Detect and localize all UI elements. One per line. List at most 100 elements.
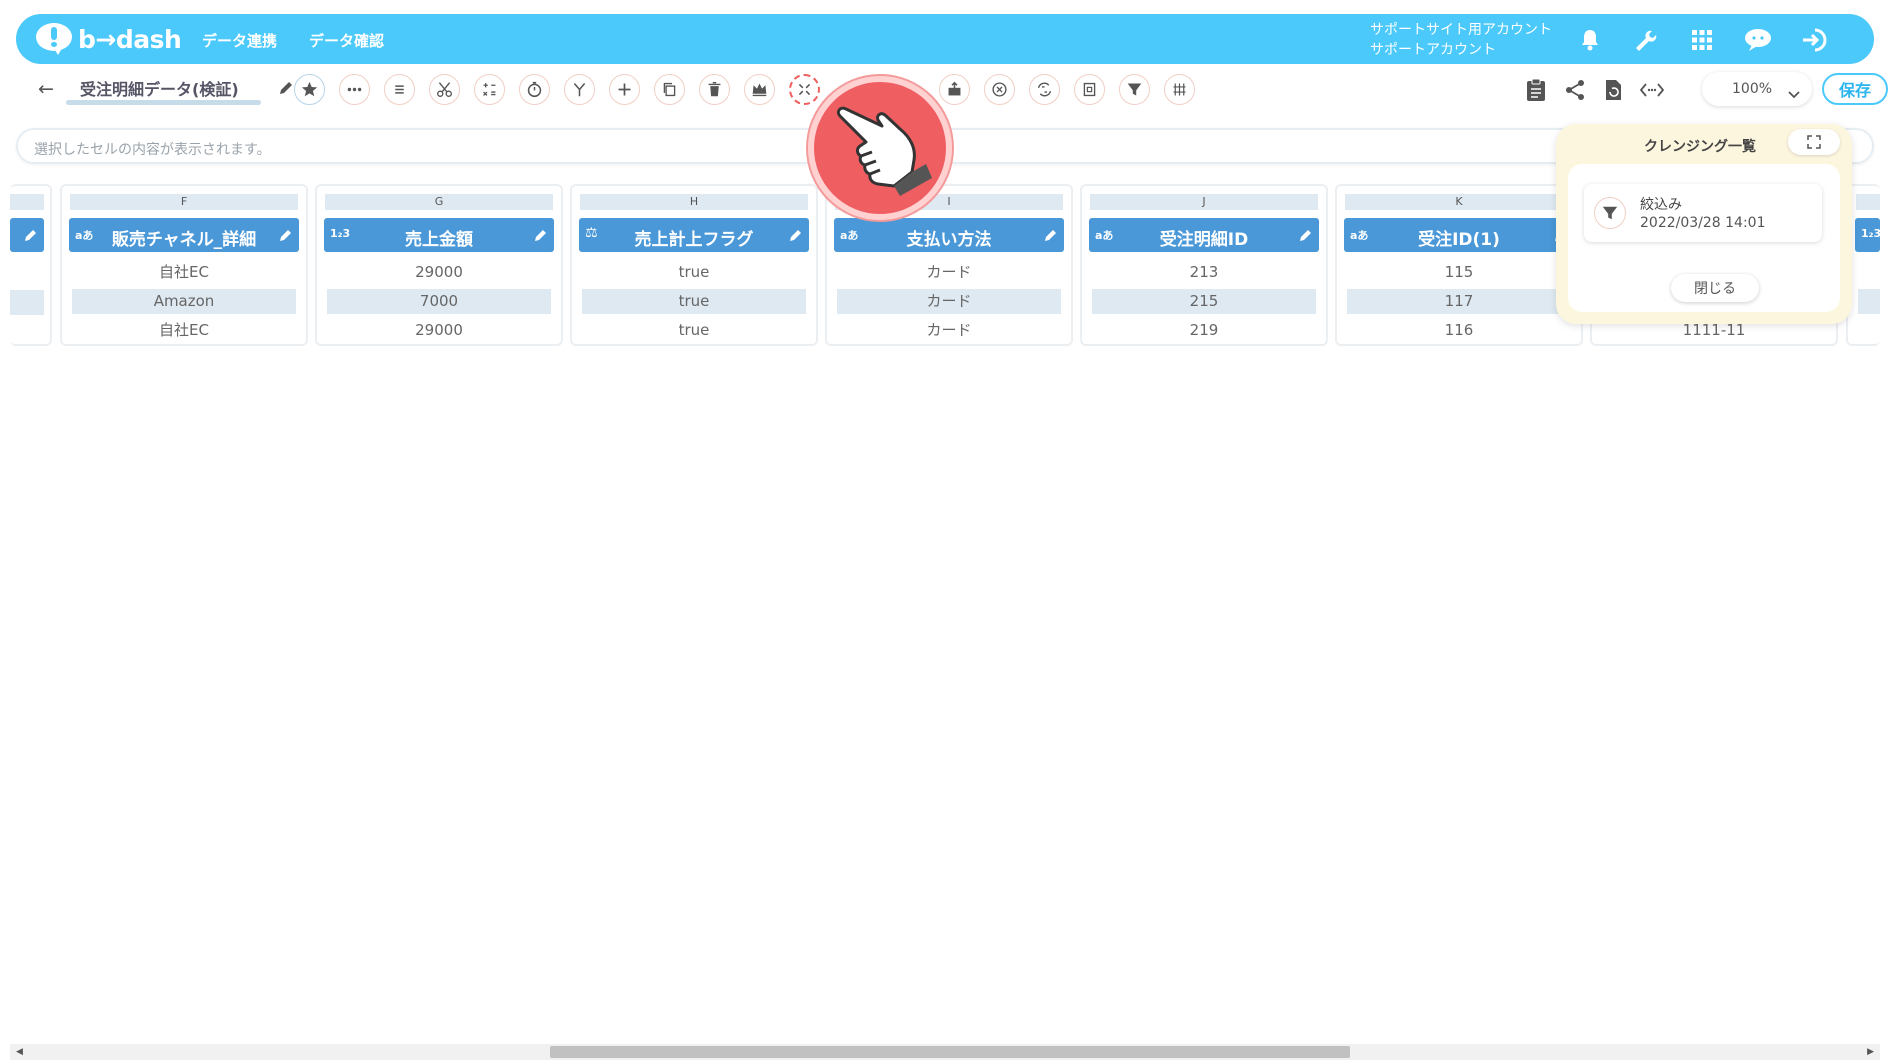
table-cell[interactable]: true xyxy=(582,289,806,314)
column-header[interactable]: ⚖ 売上計上フラグ xyxy=(579,218,809,252)
back-arrow-icon[interactable]: ← xyxy=(38,78,54,100)
column-letter xyxy=(1856,194,1880,210)
table-cell[interactable]: 29000 xyxy=(327,260,551,285)
edit-column-pencil-icon[interactable] xyxy=(789,227,803,246)
calc-icon[interactable] xyxy=(474,74,505,105)
cleansing-item-title: 絞込み xyxy=(1640,197,1682,213)
table-cell[interactable]: 219 xyxy=(1092,318,1316,343)
edit-title-pencil-icon[interactable] xyxy=(278,80,294,100)
history-icon[interactable] xyxy=(1599,76,1627,104)
table-cell[interactable]: 29000 xyxy=(327,318,551,343)
table-cell[interactable]: 自社EC xyxy=(72,260,296,285)
more-icon[interactable] xyxy=(339,74,370,105)
table-cell[interactable]: 213 xyxy=(1092,260,1316,285)
panel-title: クレンジング一覧 xyxy=(1644,139,1756,155)
column-letter xyxy=(10,194,44,210)
save-button[interactable]: 保存 xyxy=(1822,73,1888,105)
crown-icon[interactable] xyxy=(744,74,775,105)
star-icon[interactable] xyxy=(294,74,325,105)
table-cell[interactable]: カード xyxy=(837,289,1061,314)
cleansing-item[interactable]: 絞込み 2022/03/28 14:01 xyxy=(1584,184,1822,242)
table-cell[interactable]: カード xyxy=(837,260,1061,285)
column-k[interactable]: K aあ 受注ID(1) 115 117 116 xyxy=(1335,184,1583,346)
close-button[interactable]: 閉じる xyxy=(1671,274,1759,302)
edit-column-pencil-icon[interactable] xyxy=(1299,227,1313,246)
merge-icon[interactable] xyxy=(564,74,595,105)
column-header[interactable]: aあ 支払い方法 xyxy=(834,218,1064,252)
scrollbar-thumb[interactable] xyxy=(550,1046,1350,1058)
column-header[interactable]: aあ 受注明細ID xyxy=(1089,218,1319,252)
column-letter: F xyxy=(70,194,298,210)
scroll-right-icon[interactable]: ▶ xyxy=(1867,1047,1874,1057)
column-header[interactable] xyxy=(10,218,44,252)
cell-content-placeholder: 選択したセルの内容が表示されます。 xyxy=(34,142,271,158)
cleansing-item-date: 2022/03/28 14:01 xyxy=(1640,215,1766,231)
boolean-type-icon: ⚖ xyxy=(585,225,598,241)
apps-grid-icon[interactable] xyxy=(1687,25,1717,55)
table-cell[interactable]: 215 xyxy=(1092,289,1316,314)
column-j[interactable]: J aあ 受注明細ID 213 215 219 xyxy=(1080,184,1328,346)
column-e-partial[interactable] xyxy=(10,184,52,346)
pointing-hand-icon xyxy=(836,106,932,196)
table-cell[interactable]: true xyxy=(582,260,806,285)
nav-data-check[interactable]: データ確認 xyxy=(309,30,384,51)
bdash-logo[interactable]: b→dash xyxy=(36,20,182,58)
table-cell[interactable]: true xyxy=(582,318,806,343)
edit-column-pencil-icon[interactable] xyxy=(24,227,38,246)
share-icon[interactable] xyxy=(1561,76,1589,104)
table-cell[interactable]: 自社EC xyxy=(72,318,296,343)
column-header[interactable]: 1₂3 売上金額 xyxy=(324,218,554,252)
edit-column-pencil-icon[interactable] xyxy=(279,227,293,246)
grid-icon[interactable] xyxy=(1164,74,1195,105)
column-name: 販売チャネル_詳細 xyxy=(111,230,257,250)
replace-icon[interactable] xyxy=(1029,74,1060,105)
zoom-select[interactable]: 100% xyxy=(1702,72,1812,106)
support-chat-icon[interactable] xyxy=(1743,25,1773,55)
column-name: 支払い方法 xyxy=(906,230,992,250)
column-g[interactable]: G 1₂3 売上金額 29000 7000 29000 xyxy=(315,184,563,346)
table-cell[interactable]: 7000 xyxy=(327,289,551,314)
clear-icon[interactable] xyxy=(984,74,1015,105)
horizontal-scrollbar[interactable]: ◀ ▶ xyxy=(10,1044,1880,1060)
column-header[interactable]: aあ 販売チャネル_詳細 xyxy=(69,218,299,252)
table-cell[interactable]: 117 xyxy=(1347,289,1571,314)
timer-icon[interactable] xyxy=(519,74,550,105)
format-icon[interactable] xyxy=(1074,74,1105,105)
table-cell[interactable]: 115 xyxy=(1347,260,1571,285)
sheet-title[interactable]: 受注明細データ(検証) xyxy=(80,76,239,100)
table-cell[interactable] xyxy=(1858,289,1880,314)
plus-icon[interactable] xyxy=(609,74,640,105)
expand-icon[interactable] xyxy=(1788,129,1840,155)
zoom-value: 100% xyxy=(1732,81,1773,97)
logout-icon[interactable] xyxy=(1800,25,1830,55)
table-cell[interactable] xyxy=(10,290,44,315)
account-info[interactable]: サポートサイト用アカウント サポートアカウント xyxy=(1370,20,1552,60)
column-f[interactable]: F aあ 販売チャネル_詳細 自社EC Amazon 自社EC xyxy=(60,184,308,346)
filter-icon[interactable] xyxy=(1119,74,1150,105)
text-type-icon: aあ xyxy=(840,229,859,242)
column-letter: H xyxy=(580,194,808,210)
nav-data-integration[interactable]: データ連携 xyxy=(202,30,277,51)
wrench-icon[interactable] xyxy=(1630,25,1660,55)
edit-column-pencil-icon[interactable] xyxy=(534,227,548,246)
code-icon[interactable] xyxy=(1638,76,1666,104)
trash-icon[interactable] xyxy=(699,74,730,105)
account-line-1: サポートサイト用アカウント xyxy=(1370,22,1552,38)
column-header[interactable]: aあ 受注ID(1) xyxy=(1344,218,1574,252)
table-cell[interactable]: Amazon xyxy=(72,289,296,314)
clipboard-icon[interactable] xyxy=(1522,76,1550,104)
edit-column-pencil-icon[interactable] xyxy=(1044,227,1058,246)
list-icon[interactable] xyxy=(384,74,415,105)
scroll-left-icon[interactable]: ◀ xyxy=(16,1047,23,1057)
table-cell[interactable]: カード xyxy=(837,318,1061,343)
logo-text: b→dash xyxy=(78,24,182,54)
bell-icon[interactable] xyxy=(1575,25,1605,55)
tutorial-pointer xyxy=(808,76,952,220)
column-h[interactable]: H ⚖ 売上計上フラグ true true true xyxy=(570,184,818,346)
copy-icon[interactable] xyxy=(654,74,685,105)
scissors-icon[interactable] xyxy=(429,74,460,105)
account-line-2: サポートアカウント xyxy=(1370,42,1496,58)
column-header[interactable]: 1₂3 xyxy=(1855,218,1881,252)
column-letter: J xyxy=(1090,194,1318,210)
table-cell[interactable]: 116 xyxy=(1347,318,1571,343)
